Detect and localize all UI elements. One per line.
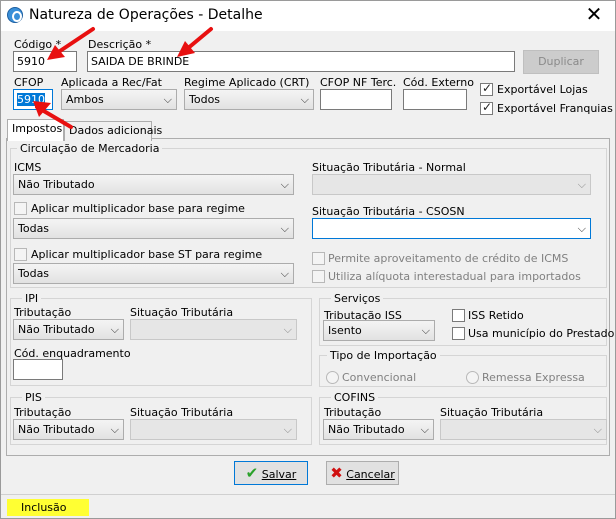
ipi-legend: IPI [22, 292, 42, 305]
cfop-nf-input[interactable] [320, 89, 392, 110]
aplicada-label: Aplicada a Rec/Fat [61, 76, 162, 89]
sit-csosn-label: Situação Tributária - CSOSN [312, 205, 465, 218]
ipi-tributacao-select[interactable]: Não Tributado ⌵ [13, 319, 124, 340]
exportavel-lojas-label: Exportável Lojas [497, 83, 588, 96]
ipi-situacao-select[interactable]: ⌵ [130, 319, 297, 340]
cod-enquadramento-input[interactable] [13, 359, 63, 380]
chevron-down-icon: ⌵ [300, 93, 309, 106]
aplicar-mult-label: Aplicar multiplicador base para regime [31, 202, 245, 215]
icms-select[interactable]: Não Tributado ⌵ [13, 174, 294, 195]
exportavel-franquias-label: Exportável Franquias [497, 102, 613, 115]
chevron-down-icon: ⌵ [163, 93, 172, 106]
circulacao-legend: Circulação de Mercadoria [17, 142, 163, 155]
exportavel-franquias-checkbox[interactable] [480, 100, 493, 115]
pis-tributacao-label: Tributação [14, 406, 72, 419]
pis-tributacao-value: Não Tributado [18, 423, 95, 436]
servicos-legend: Serviços [331, 292, 384, 305]
sit-csosn-select[interactable]: ⌵ [312, 218, 591, 239]
cofins-tributacao-select[interactable]: Não Tributado ⌵ [323, 419, 434, 440]
convencional-radio[interactable] [326, 371, 339, 384]
close-icon[interactable]: ✕ [583, 4, 605, 26]
cofins-situacao-select[interactable]: ⌵ [440, 419, 607, 440]
usa-municipio-label: Usa município do Prestador [468, 327, 616, 340]
ipi-tributacao-value: Não Tributado [18, 323, 95, 336]
sit-normal-select[interactable]: ⌵ [312, 174, 591, 195]
checkmark-icon: ✔ [245, 464, 259, 482]
utiliza-aliquota-checkbox[interactable] [312, 270, 325, 283]
cfop-nf-label: CFOP NF Terc. [320, 76, 397, 89]
cofins-tributacao-label: Tributação [324, 406, 382, 419]
icms-value: Não Tributado [18, 178, 95, 191]
utiliza-aliquota-label: Utiliza alíquota interestadual para impo… [328, 270, 581, 283]
status-mode: Inclusão [7, 499, 89, 516]
chevron-down-icon: ⌵ [110, 323, 119, 336]
annotation-arrow [33, 101, 73, 129]
cancelar-button[interactable]: ✖ Cancelar [326, 461, 399, 485]
chevron-down-icon: ⌵ [280, 222, 289, 235]
regime-label: Regime Aplicado (CRT) [184, 76, 310, 89]
convencional-label: Convencional [342, 371, 417, 384]
cofins-situacao-label: Situação Tributária [440, 406, 544, 419]
chevron-down-icon: ⌵ [110, 423, 119, 436]
chevron-down-icon: ⌵ [420, 423, 429, 436]
exportavel-lojas-checkbox[interactable] [480, 81, 493, 96]
cod-externo-label: Cód. Externo [403, 76, 474, 89]
aplicar-mult-st-select[interactable]: Todas ⌵ [13, 263, 294, 284]
duplicar-button[interactable]: Duplicar [523, 50, 599, 74]
chevron-down-icon: ⌵ [280, 267, 289, 280]
usa-municipio-checkbox[interactable] [452, 327, 465, 340]
aplicar-mult-value: Todas [18, 222, 50, 235]
ipi-situacao-label: Situação Tributária [130, 306, 234, 319]
window-title: Natureza de Operações - Detalhe [29, 7, 263, 23]
regime-select[interactable]: Todos ⌵ [184, 89, 314, 110]
chevron-down-icon: ⌵ [577, 178, 586, 191]
annotation-arrow [177, 27, 213, 57]
iss-retido-label: ISS Retido [468, 309, 524, 322]
remessa-label: Remessa Expressa [482, 371, 585, 384]
chevron-down-icon: ⌵ [593, 423, 602, 436]
salvar-button[interactable]: ✔ Salvar [234, 461, 308, 485]
aplicar-mult-st-label: Aplicar multiplicador base ST para regim… [31, 248, 263, 261]
permite-credito-label: Permite aproveitamento de crédito de ICM… [328, 252, 569, 265]
pis-legend: PIS [22, 391, 45, 404]
iss-retido-checkbox[interactable] [452, 309, 465, 322]
cfop-label: CFOP [14, 76, 44, 89]
cancelar-label: Cancelar [346, 468, 395, 481]
chevron-down-icon: ⌵ [421, 324, 430, 337]
cofins-tributacao-value: Não Tributado [328, 423, 405, 436]
cofins-legend: COFINS [331, 391, 379, 404]
chevron-down-icon: ⌵ [283, 423, 292, 436]
tributacao-iss-value: Isento [328, 324, 362, 337]
descricao-input[interactable]: SAIDA DE BRINDE [87, 51, 515, 72]
chevron-down-icon: ⌵ [577, 222, 586, 235]
pis-situacao-label: Situação Tributária [130, 406, 234, 419]
aplicar-mult-select[interactable]: Todas ⌵ [13, 218, 294, 239]
cod-externo-input[interactable] [403, 89, 467, 110]
aplicar-mult-st-checkbox[interactable] [14, 248, 27, 261]
status-bar: Inclusão [1, 494, 615, 518]
sit-normal-label: Situação Tributária - Normal [312, 161, 466, 174]
aplicar-mult-st-value: Todas [18, 267, 50, 280]
annotation-arrow [47, 27, 95, 60]
app-icon [7, 7, 23, 23]
cancel-x-icon: ✖ [330, 464, 343, 482]
importacao-legend: Tipo de Importação [327, 349, 440, 362]
salvar-label: Salvar [261, 468, 297, 481]
permite-credito-checkbox[interactable] [312, 252, 325, 265]
remessa-radio[interactable] [466, 371, 479, 384]
pis-tributacao-select[interactable]: Não Tributado ⌵ [13, 419, 124, 440]
pis-situacao-select[interactable]: ⌵ [130, 419, 297, 440]
ipi-tributacao-label: Tributação [14, 306, 72, 319]
regime-value: Todos [189, 93, 221, 106]
icms-label: ICMS [14, 161, 42, 174]
tributacao-iss-select[interactable]: Isento ⌵ [323, 320, 435, 341]
dialog-window: Natureza de Operações - Detalhe ✕ Código… [0, 0, 616, 519]
chevron-down-icon: ⌵ [280, 178, 289, 191]
aplicar-mult-checkbox[interactable] [14, 202, 27, 215]
chevron-down-icon: ⌵ [283, 323, 292, 336]
